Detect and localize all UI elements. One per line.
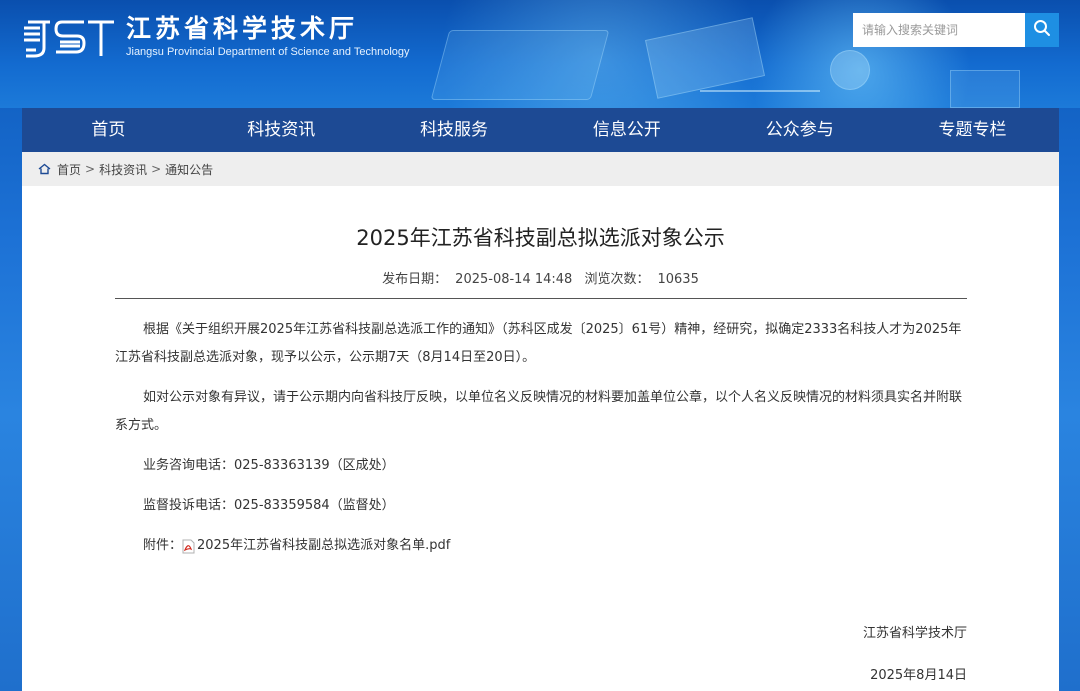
attachment-label: 附件： [143, 538, 183, 553]
article-paragraph: 如对公示对象有异议，请于公示期内向省科技厅反映，以单位名义反映情况的材料要加盖单… [115, 390, 963, 433]
main-nav: 首页 科技资讯 科技服务 信息公开 公众参与 专题专栏 [22, 108, 1059, 152]
signature: 江苏省科学技术厅 [862, 626, 967, 641]
breadcrumb-sci-news[interactable]: 科技资讯 [99, 161, 147, 178]
article-title: 2025年江苏省科技副总拟选派对象公示 [356, 226, 725, 250]
views-count: 10635 [657, 272, 699, 287]
search-button[interactable] [1025, 13, 1059, 47]
views-label: 浏览次数： [584, 272, 650, 287]
site-name-cn: 江苏省科学技术厅 [126, 14, 359, 43]
banner-decoration [644, 17, 766, 99]
banner-decoration [430, 30, 610, 100]
search-box [853, 13, 1059, 47]
nav-item-public-participation[interactable]: 公众参与 [713, 108, 886, 152]
breadcrumb-separator: > [85, 162, 96, 176]
signature-date: 2025年8月14日 [870, 668, 967, 683]
publish-label: 发布日期： [382, 272, 448, 287]
pdf-icon [182, 539, 195, 554]
supervision-contact: 监督投诉电话：025-83359584（监督处） [143, 498, 395, 513]
nav-item-sci-news[interactable]: 科技资讯 [195, 108, 368, 152]
attachment: 附件： 2025年江苏省科技副总拟选派对象名单.pdf [115, 532, 967, 560]
breadcrumb-notices[interactable]: 通知公告 [165, 161, 213, 178]
banner-decoration [830, 50, 870, 90]
header-banner: 江苏省科学技术厅 Jiangsu Provincial Department o… [0, 0, 1080, 108]
breadcrumb: 首页 > 科技资讯 > 通知公告 [22, 152, 1059, 186]
article-body: 根据《关于组织开展2025年江苏省科技副总选派工作的通知》（苏科区成发〔2025… [115, 316, 967, 560]
publish-date: 2025-08-14 14:48 [455, 272, 573, 287]
nav-item-special-topics[interactable]: 专题专栏 [886, 108, 1059, 152]
article-paragraph: 根据《关于组织开展2025年江苏省科技副总选派工作的通知》（苏科区成发〔2025… [115, 322, 962, 365]
jst-logo-icon [22, 12, 116, 62]
article-meta: 发布日期： 2025-08-14 14:48 浏览次数： 10635 [22, 268, 1059, 287]
nav-item-home[interactable]: 首页 [22, 108, 195, 152]
breadcrumb-separator: > [151, 162, 162, 176]
nav-item-info-disclosure[interactable]: 信息公开 [540, 108, 713, 152]
site-name-en: Jiangsu Provincial Department of Science… [126, 46, 410, 58]
breadcrumb-home[interactable]: 首页 [57, 161, 81, 178]
home-icon [38, 163, 51, 175]
site-logo[interactable]: 江苏省科学技术厅 Jiangsu Provincial Department o… [22, 12, 410, 62]
business-contact: 业务咨询电话：025-83363139（区成处） [143, 458, 395, 473]
article-panel: 2025年江苏省科技副总拟选派对象公示 发布日期： 2025-08-14 14:4… [22, 186, 1059, 691]
search-input[interactable] [853, 13, 1025, 47]
attachment-link[interactable]: 2025年江苏省科技副总拟选派对象名单.pdf [197, 532, 450, 560]
search-icon [1033, 19, 1051, 41]
banner-decoration [700, 90, 820, 92]
title-divider [115, 298, 967, 299]
banner-decoration [950, 70, 1020, 108]
nav-item-sci-services[interactable]: 科技服务 [368, 108, 541, 152]
